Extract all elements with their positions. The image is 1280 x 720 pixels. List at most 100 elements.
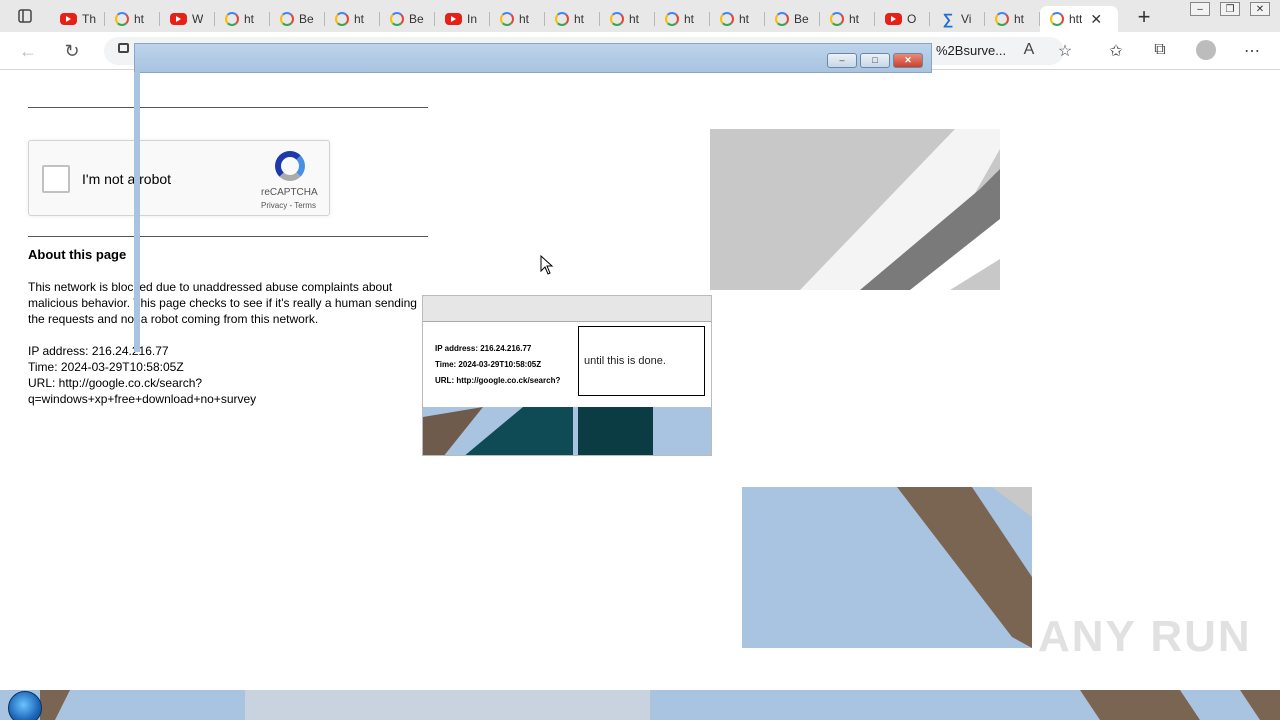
minimize-button[interactable]: – xyxy=(1190,2,1210,16)
glitch-artifact xyxy=(40,690,1280,720)
browser-tab-strip: Th ht Wht Be ht Be In ht ht ht ht ht Be ht O ∑ Vi ht htt … xyxy=(0,0,1280,32)
tab-label: Be xyxy=(409,12,424,26)
tab-14[interactable]: ht xyxy=(820,6,875,32)
profile-avatar[interactable] xyxy=(1196,40,1216,60)
mouse-cursor-icon xyxy=(540,255,554,275)
recaptcha-checkbox[interactable] xyxy=(42,165,70,193)
thumbnail-ip: IP address: 216.24.216.77 xyxy=(435,344,532,353)
tab-label: ht xyxy=(244,12,255,26)
recaptcha-logo-icon xyxy=(275,151,305,181)
google-icon xyxy=(115,12,129,26)
google-icon xyxy=(280,12,294,26)
recaptcha-links[interactable]: Privacy - Terms xyxy=(261,201,316,210)
recaptcha-label: I'm not a robot xyxy=(82,171,172,187)
refresh-button[interactable]: ↻ xyxy=(60,40,84,62)
new-tab-button[interactable]: + xyxy=(1126,4,1162,30)
close-button[interactable]: ✕ xyxy=(1250,2,1270,16)
google-icon xyxy=(610,12,624,26)
google-icon xyxy=(830,12,844,26)
tab-label: O xyxy=(907,12,917,26)
back-button[interactable]: ← xyxy=(16,40,40,62)
tab-label: ht xyxy=(684,12,695,26)
google-icon xyxy=(665,12,679,26)
tab-label: ht xyxy=(574,12,585,26)
youtube-icon xyxy=(60,13,77,25)
youtube-icon xyxy=(445,13,462,25)
tab-0[interactable]: Th xyxy=(50,6,105,32)
tab-active[interactable]: htt ✕ xyxy=(1040,6,1118,32)
url-query: q=windows+xp+free+download+no+survey xyxy=(28,392,257,406)
tab-label: ht xyxy=(1014,12,1025,26)
tab-label: Be xyxy=(794,12,809,26)
tab-list: Th ht Wht Be ht Be In ht ht ht ht ht Be ht O ∑ Vi ht xyxy=(50,0,1040,32)
window-controls: – ❐ ✕ xyxy=(1190,2,1270,16)
close-tab-icon[interactable]: ✕ xyxy=(1090,11,1102,28)
tab-13[interactable]: Be xyxy=(765,6,820,32)
thumbnail-message-box: until this is done. xyxy=(578,326,705,396)
tab-2[interactable]: W xyxy=(160,6,215,32)
more-menu-icon[interactable]: ⋯ xyxy=(1242,41,1262,61)
tab-17[interactable]: ht xyxy=(985,6,1040,32)
google-icon xyxy=(720,12,734,26)
tab-10[interactable]: ht xyxy=(600,6,655,32)
taskbar xyxy=(0,690,1280,720)
thumbnail-url: URL: http://google.co.ck/search? xyxy=(435,376,561,385)
recaptcha-brand: reCAPTCHA xyxy=(261,187,318,198)
tab-label: W xyxy=(192,12,204,26)
about-heading: About this page xyxy=(28,247,127,262)
tab-12[interactable]: ht xyxy=(710,6,765,32)
tab-label: Be xyxy=(299,12,314,26)
glitch-artifact xyxy=(710,129,1000,290)
tab-11[interactable]: ht xyxy=(655,6,710,32)
start-button[interactable] xyxy=(8,691,42,720)
tab-label: ht xyxy=(849,12,860,26)
tab-label: ht xyxy=(629,12,640,26)
google-icon xyxy=(335,12,349,26)
tab-5[interactable]: ht xyxy=(325,6,380,32)
screen: Th ht Wht Be ht Be In ht ht ht ht ht Be ht O ∑ Vi ht htt … xyxy=(0,0,1280,720)
tab-label: ht xyxy=(739,12,750,26)
tab-7[interactable]: In xyxy=(435,6,490,32)
tab-3[interactable]: ht xyxy=(215,6,270,32)
collections-icon[interactable]: ⧉ xyxy=(1150,41,1170,59)
divider xyxy=(28,107,428,108)
ip-address: IP address: 216.24.216.77 xyxy=(28,344,169,358)
url-text: %2Bsurve... xyxy=(936,43,1007,58)
maximize-button[interactable]: □ xyxy=(860,53,890,68)
recaptcha-widget: I'm not a robot reCAPTCHA Privacy - Term… xyxy=(28,140,330,216)
tab-16[interactable]: ∑ Vi xyxy=(930,6,985,32)
tab-1[interactable]: ht xyxy=(105,6,160,32)
favorites-icon[interactable]: ✩ xyxy=(1106,41,1126,61)
tab-label: ht xyxy=(354,12,365,26)
tab-15[interactable]: O xyxy=(875,6,930,32)
google-icon xyxy=(775,12,789,26)
time: Time: 2024-03-29T10:58:05Z xyxy=(28,360,184,374)
tab-label: ht xyxy=(519,12,530,26)
block-explanation: This network is blocked due to unaddress… xyxy=(28,280,417,326)
glitch-artifact xyxy=(742,487,1032,648)
glitched-window-titlebar: – □ ✕ xyxy=(134,43,932,73)
google-icon xyxy=(390,12,404,26)
google-icon xyxy=(500,12,514,26)
tab-4[interactable]: Be xyxy=(270,6,325,32)
thumbnail-toolbar xyxy=(423,296,711,322)
thumbnail-message: until this is done. xyxy=(584,355,666,367)
tab-label: In xyxy=(467,12,478,26)
tab-label: htt xyxy=(1069,12,1083,26)
minimize-button[interactable]: – xyxy=(827,53,857,68)
glitched-window-controls: – □ ✕ xyxy=(827,53,923,68)
read-aloud-icon[interactable]: A xyxy=(1019,41,1039,59)
tab-8[interactable]: ht xyxy=(490,6,545,32)
add-favorite-icon[interactable]: ☆ xyxy=(1055,41,1075,61)
youtube-icon xyxy=(170,13,187,25)
tab-9[interactable]: ht xyxy=(545,6,600,32)
maximize-button[interactable]: ❐ xyxy=(1220,2,1240,16)
tab-6[interactable]: Be xyxy=(380,6,435,32)
divider xyxy=(28,236,428,237)
close-button[interactable]: ✕ xyxy=(893,53,923,68)
google-icon xyxy=(225,12,239,26)
google-icon xyxy=(995,12,1009,26)
tab-actions-button[interactable] xyxy=(0,0,50,32)
tab-label: Vi xyxy=(961,12,972,26)
screenshot-thumbnail: IP address: 216.24.216.77 Time: 2024-03-… xyxy=(422,295,712,456)
